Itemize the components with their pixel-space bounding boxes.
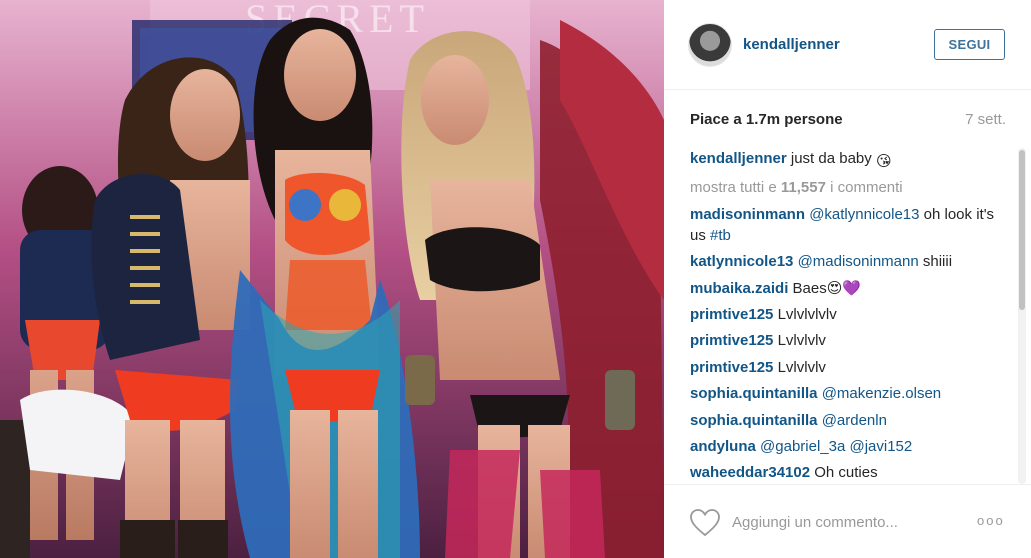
comment-username[interactable]: primtive125 — [690, 359, 773, 376]
comment-text: Oh cuties — [814, 464, 878, 482]
comment-text: Baes😍💜 — [792, 279, 862, 297]
comment-text: Lvlvlvlv — [777, 358, 826, 376]
post-photo[interactable]: SECRET — [0, 0, 664, 558]
comment-row: waheeddar34102 Oh cuties — [690, 462, 1010, 483]
comment-row: sophia.quintanilla @makenzie.olsen — [690, 383, 1010, 404]
comment-username[interactable]: primtive125 — [690, 306, 773, 323]
comment-mention[interactable]: @madisoninmann — [798, 253, 919, 270]
caption-username[interactable]: kendalljenner — [690, 150, 787, 167]
comment-username[interactable]: sophia.quintanilla — [690, 385, 818, 402]
show-all-prefix: mostra tutti e — [690, 179, 781, 197]
comment-text: Lvlvlvlv — [777, 332, 826, 350]
follow-button[interactable]: SEGUI — [934, 29, 1005, 60]
comment-mention[interactable]: @katlynnicole13 — [809, 206, 919, 223]
comment-row: mubaika.zaidi Baes😍💜 — [690, 278, 1010, 299]
comment-username[interactable]: katlynnicole13 — [690, 253, 793, 270]
avatar[interactable] — [688, 23, 732, 67]
comment-mention[interactable]: @makenzie.olsen — [822, 385, 941, 402]
caption: kendalljenner just da baby 😘 — [690, 148, 1010, 172]
comment-username[interactable]: mubaika.zaidi — [690, 280, 788, 297]
likes-count[interactable]: Piace a 1.7m persone — [690, 111, 843, 128]
comment-username[interactable]: andyluna — [690, 438, 756, 455]
comment-mention[interactable]: @ardenln — [822, 412, 887, 429]
post-date[interactable]: 7 sett. — [965, 111, 1006, 128]
comment-username[interactable]: waheeddar34102 — [690, 464, 810, 481]
comment-row: primtive125 Lvlvlvlv — [690, 330, 1010, 351]
kiss-emoji-icon: 😘 — [875, 153, 892, 170]
post-header: kendalljenner SEGUI — [664, 0, 1031, 90]
photo-scene: SECRET — [0, 0, 664, 558]
post-side-panel: kendalljenner SEGUI Piace a 1.7m persone… — [664, 0, 1031, 558]
comment-username[interactable]: madisoninmann — [690, 206, 805, 223]
comment-text: Lvlvlvlvlv — [777, 305, 837, 323]
comment-row: katlynnicole13 @madisoninmann shiiii — [690, 251, 1010, 272]
comments-scrollbar[interactable] — [1018, 148, 1026, 484]
show-all-suffix: i commenti — [825, 179, 903, 197]
comment-mention[interactable]: @gabriel_3a @javi152 — [760, 438, 912, 455]
comment-row: primtive125 Lvlvlvlv — [690, 357, 1010, 378]
comment-row: sophia.quintanilla @ardenln — [690, 410, 1010, 431]
scrollbar-thumb[interactable] — [1019, 150, 1025, 310]
heart-outline-icon[interactable] — [690, 509, 720, 537]
header-username[interactable]: kendalljenner — [743, 36, 840, 53]
likes-row: Piace a 1.7m persone 7 sett. — [690, 111, 1006, 129]
comment-row: primtive125 Lvlvlvlvlv — [690, 304, 1010, 325]
caption-text: just da baby — [790, 150, 872, 167]
comment-row: andyluna @gabriel_3a @javi152 — [690, 436, 1010, 457]
comment-text: shiiii — [918, 253, 953, 271]
comment-hashtag[interactable]: #tb — [710, 227, 731, 244]
post-footer: ooo — [664, 484, 1031, 558]
comment-username[interactable]: sophia.quintanilla — [690, 412, 818, 429]
comment-items: madisoninmann @katlynnicole13 oh look it… — [690, 204, 1010, 484]
add-comment-input[interactable] — [732, 507, 962, 537]
more-options-icon[interactable]: ooo — [977, 513, 1007, 533]
comment-row: madisoninmann @katlynnicole13 oh look it… — [690, 204, 1010, 246]
comment-username[interactable]: primtive125 — [690, 332, 773, 349]
show-all-count: 11,557 — [780, 179, 826, 197]
comments-list[interactable]: kendalljenner just da baby 😘 mostra tutt… — [690, 148, 1010, 488]
show-all-comments-link[interactable]: mostra tutti e 11,557 i commenti — [690, 177, 1010, 198]
